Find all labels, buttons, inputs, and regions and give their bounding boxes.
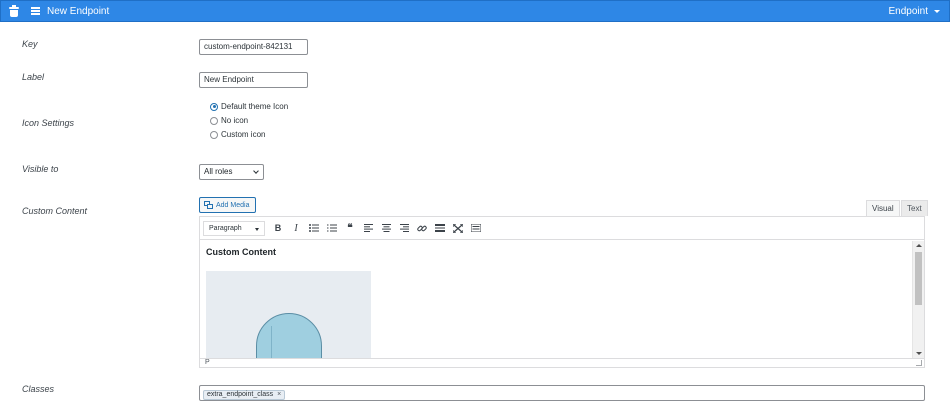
blockquote-icon[interactable]: ❝ — [341, 221, 359, 236]
radio-custom-icon[interactable]: Custom icon — [210, 130, 265, 139]
read-more-icon[interactable] — [431, 221, 449, 236]
class-tag: extra_endpoint_class × — [203, 389, 286, 400]
editor-toolbar: Paragraph B I ❝ — [200, 217, 924, 240]
label-label: Label — [22, 72, 45, 82]
italic-icon[interactable]: I — [287, 221, 305, 236]
align-right-icon[interactable] — [395, 221, 413, 236]
remove-tag-icon[interactable]: × — [277, 391, 281, 398]
bold-icon[interactable]: B — [269, 221, 287, 236]
scroll-up-icon[interactable] — [916, 244, 922, 247]
custom-content-label: Custom Content — [22, 206, 88, 216]
caret-down-icon — [934, 9, 940, 13]
tab-visual[interactable]: Visual — [866, 200, 900, 216]
add-media-button[interactable]: Add Media — [199, 197, 256, 213]
media-icon — [204, 201, 213, 209]
fullscreen-icon[interactable] — [449, 221, 467, 236]
align-left-icon[interactable] — [359, 221, 377, 236]
toolbar-toggle-icon[interactable] — [467, 221, 485, 236]
classes-label: Classes — [22, 384, 55, 394]
radio-label: No icon — [221, 116, 249, 125]
radio-label: Default theme Icon — [221, 102, 289, 111]
radio-button[interactable] — [210, 130, 218, 139]
editor-scrollbar[interactable] — [912, 241, 924, 358]
label-input[interactable]: New Endpoint — [199, 72, 308, 88]
editor-content-area[interactable]: Custom Content — [200, 241, 912, 359]
resize-handle-icon[interactable] — [916, 360, 922, 366]
content-heading: Custom Content — [206, 247, 276, 257]
radio-button-selected[interactable] — [210, 102, 218, 111]
trash-icon[interactable] — [9, 4, 19, 17]
key-label: Key — [22, 39, 38, 49]
editor-statusbar: P — [200, 358, 924, 367]
content-image — [206, 271, 371, 359]
visible-to-label: Visible to — [22, 164, 59, 174]
content-editor: Paragraph B I ❝ Custom Content P — [199, 216, 925, 368]
tab-text[interactable]: Text — [901, 200, 928, 216]
align-center-icon[interactable] — [377, 221, 395, 236]
element-path[interactable]: P — [205, 359, 210, 366]
class-tag-label: extra_endpoint_class — [207, 391, 274, 398]
radio-no-icon[interactable]: No icon — [210, 116, 248, 125]
endpoint-header: New Endpoint Endpoint — [0, 0, 950, 22]
chevron-down-icon — [253, 168, 259, 174]
key-input[interactable]: custom-endpoint-842131 — [199, 39, 308, 55]
visible-to-select[interactable]: All roles — [199, 164, 264, 180]
endpoint-type-label: Endpoint — [888, 5, 928, 17]
numbered-list-icon[interactable] — [323, 221, 341, 236]
classes-input[interactable]: extra_endpoint_class × — [199, 385, 925, 401]
add-media-label: Add Media — [216, 201, 250, 209]
format-select[interactable]: Paragraph — [203, 220, 265, 236]
visible-to-value: All roles — [204, 167, 233, 176]
scrollbar-thumb[interactable] — [915, 252, 922, 305]
menu-icon[interactable] — [31, 7, 40, 15]
bullet-list-icon[interactable] — [305, 221, 323, 236]
radio-label: Custom icon — [221, 130, 266, 139]
beanie-image — [256, 313, 322, 359]
endpoint-type-dropdown[interactable]: Endpoint — [889, 1, 940, 21]
radio-default-theme-icon[interactable]: Default theme Icon — [210, 102, 288, 111]
endpoint-title: New Endpoint — [47, 5, 110, 17]
scroll-down-icon[interactable] — [916, 352, 922, 355]
radio-button[interactable] — [210, 116, 218, 125]
link-icon[interactable] — [413, 221, 431, 236]
icon-settings-label: Icon Settings — [22, 118, 75, 128]
